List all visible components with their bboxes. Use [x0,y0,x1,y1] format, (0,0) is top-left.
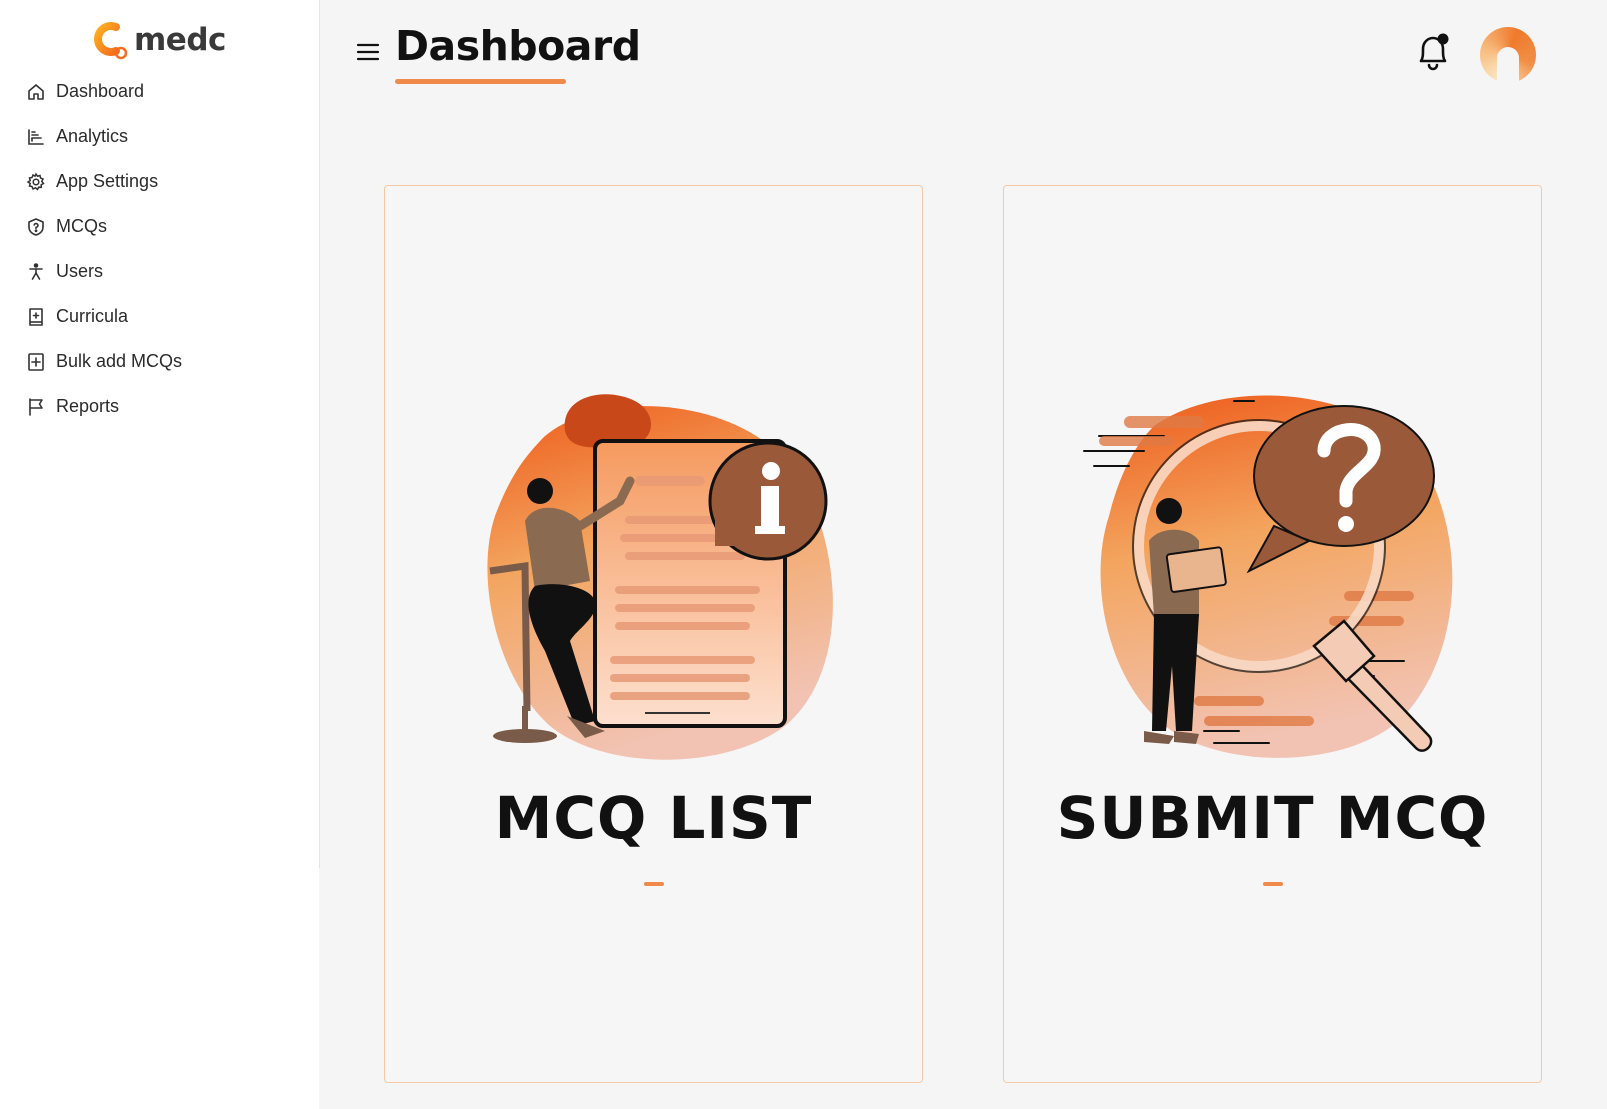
page-title: Dashboard [395,22,641,70]
card-accent-dash [1263,882,1283,886]
sidebar-item-users[interactable]: Users [26,249,182,294]
card-title: MCQ LIST [494,784,813,852]
sidebar-divider [319,0,320,868]
mcq-list-card[interactable]: MCQ LIST [384,185,923,1083]
top-bar: Dashboard [320,0,1607,110]
app-name: medc [134,22,226,58]
document-info-illustration [487,394,833,760]
sidebar-item-mcqs[interactable]: MCQs [26,204,182,249]
avatar-icon[interactable] [1480,27,1536,83]
sidebar-item-label: App Settings [56,171,159,191]
person-icon [26,262,46,282]
sidebar-item-label: Users [56,261,104,281]
bell-icon[interactable] [1412,30,1454,74]
hamburger-icon[interactable] [356,41,380,63]
submit-mcq-card[interactable]: SUBMIT MCQ [1003,185,1542,1083]
sidebar-item-label: Dashboard [56,81,145,101]
logo-icon [94,22,128,60]
sidebar: medc Dashboard Analytics App Settings MC… [0,0,319,1109]
sidebar-nav: Dashboard Analytics App Settings MCQs Us… [26,69,182,429]
title-underline [395,79,566,84]
book-plus-icon [26,307,46,327]
sidebar-item-label: Analytics [56,126,129,146]
flag-icon [26,397,46,417]
sidebar-item-bulk-add-mcqs[interactable]: Bulk add MCQs [26,339,182,384]
square-plus-icon [26,352,46,372]
home-icon [26,82,46,102]
magnifier-question-illustration [1083,395,1453,758]
sidebar-item-app-settings[interactable]: App Settings [26,159,182,204]
sidebar-item-reports[interactable]: Reports [26,384,182,429]
app-logo[interactable]: medc [88,18,226,62]
sidebar-item-label: Reports [56,396,120,416]
sidebar-item-analytics[interactable]: Analytics [26,114,182,159]
sidebar-item-label: MCQs [56,216,107,236]
sidebar-item-label: Curricula [56,306,129,326]
bar-chart-icon [26,127,46,147]
gear-icon [26,171,46,192]
avatar-silhouette [1497,47,1519,83]
card-accent-dash [644,882,664,886]
sidebar-item-label: Bulk add MCQs [56,351,183,371]
shield-question-icon [26,217,46,237]
sidebar-item-dashboard[interactable]: Dashboard [26,69,182,114]
sidebar-item-curricula[interactable]: Curricula [26,294,182,339]
card-title: SUBMIT MCQ [1056,784,1489,852]
